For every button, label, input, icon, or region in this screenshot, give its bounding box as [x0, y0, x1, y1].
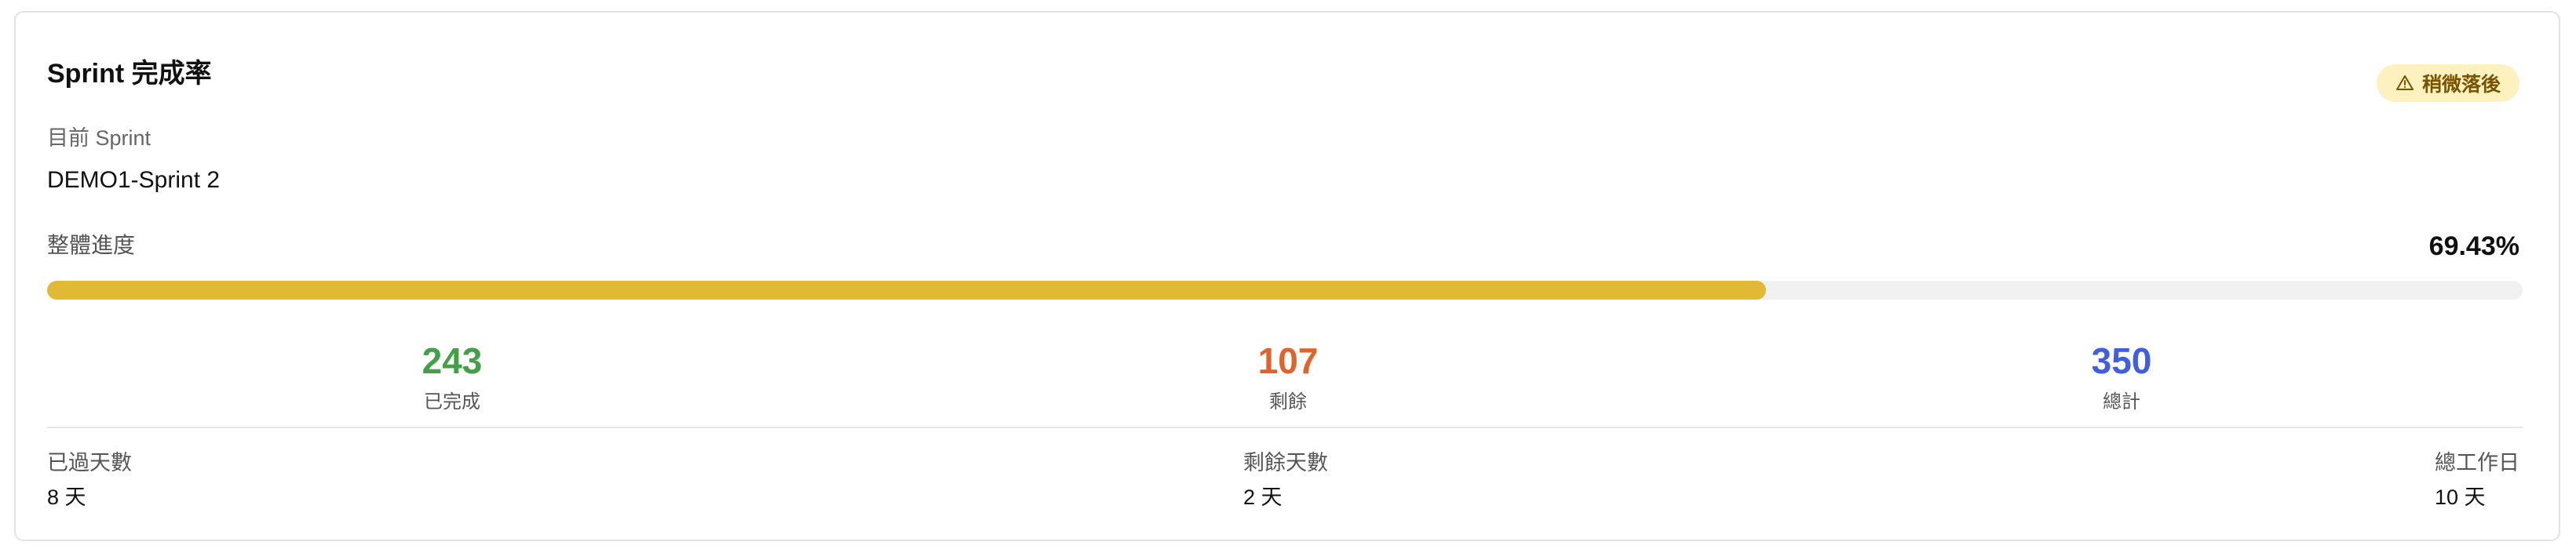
stat-remaining-label: 剩餘 — [1269, 391, 1307, 413]
status-badge: 稍微落後 — [2376, 64, 2519, 102]
total-workdays: 總工作日 10 天 — [2435, 450, 2519, 511]
days-elapsed: 已過天數 8 天 — [47, 450, 132, 511]
stat-completed-value: 243 — [421, 340, 483, 381]
current-sprint-value: DEMO1-Sprint 2 — [47, 167, 221, 193]
days-elapsed-label: 已過天數 — [47, 451, 132, 474]
days-remaining-value: 2 天 — [1243, 485, 1283, 510]
stat-total-value: 350 — [2091, 340, 2152, 381]
stat-remaining-value: 107 — [1257, 340, 1319, 381]
days-elapsed-value: 8 天 — [47, 485, 86, 510]
total-workdays-value: 10 天 — [2435, 485, 2486, 510]
divider — [47, 427, 2523, 428]
overall-progress-percent: 69.43% — [2428, 231, 2519, 261]
stat-total-label: 總計 — [2103, 391, 2140, 413]
sprint-completion-card: Sprint 完成率 稍微落後 目前 Sprint DEMO1-Sprint 2… — [14, 11, 2560, 541]
days-remaining: 剩餘天數 2 天 — [1243, 450, 1328, 511]
warning-icon — [2395, 74, 2414, 93]
overall-progress-label: 整體進度 — [47, 233, 136, 257]
days-remaining-label: 剩餘天數 — [1243, 451, 1328, 474]
stat-total: 350 總計 — [1965, 340, 2279, 414]
progress-bar — [47, 281, 2523, 300]
current-sprint-label: 目前 Sprint — [47, 126, 151, 150]
progress-bar-fill — [47, 281, 1766, 300]
card-title: Sprint 完成率 — [47, 59, 212, 89]
stat-completed: 243 已完成 — [295, 340, 609, 414]
stat-completed-label: 已完成 — [424, 391, 480, 413]
status-badge-label: 稍微落後 — [2421, 74, 2501, 96]
total-workdays-label: 總工作日 — [2435, 451, 2519, 474]
stat-remaining: 107 剩餘 — [1131, 340, 1445, 414]
